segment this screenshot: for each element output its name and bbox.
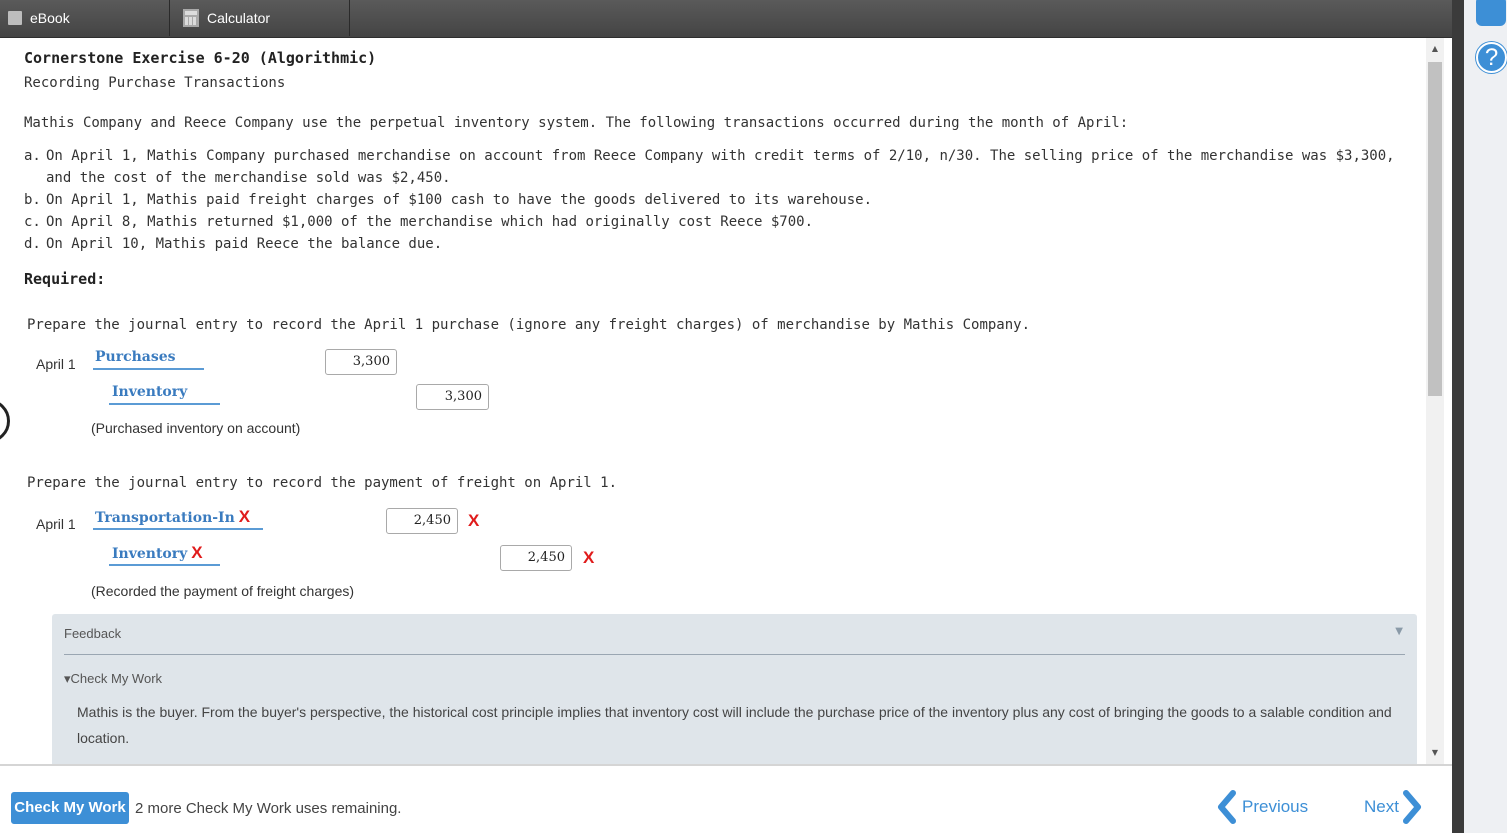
feedback-title: Feedback <box>64 626 122 641</box>
transaction-text: On April 1, Mathis paid freight charges … <box>46 192 873 208</box>
entry1-question: Prepare the journal entry to record the … <box>27 317 1031 333</box>
entry2-memo: (Recorded the payment of freight charges… <box>91 583 355 599</box>
transaction-item: c. On April 8, Mathis returned $1,000 of… <box>24 211 1424 233</box>
exercise-subtitle: Recording Purchase Transactions <box>24 75 286 91</box>
check-my-work-remaining: 2 more Check My Work uses remaining. <box>135 800 402 817</box>
transaction-item: b. On April 1, Mathis paid freight charg… <box>24 189 1424 211</box>
entry2-credit-amount[interactable]: 2,450 <box>500 545 572 571</box>
entry2-debit-account[interactable]: Transportation-In X <box>93 508 263 530</box>
entry1-credit-amount[interactable]: 3,300 <box>416 384 489 410</box>
calculator-tab-label: Calculator <box>207 10 271 26</box>
previous-label: Previous <box>1242 797 1309 816</box>
transaction-text: On April 1, Mathis Company purchased mer… <box>46 148 1395 186</box>
exercise-title: Cornerstone Exercise 6-20 (Algorithmic) <box>24 49 377 67</box>
transaction-text: On April 10, Mathis paid Reece the balan… <box>46 236 443 252</box>
panel-tool-icon[interactable] <box>1476 0 1506 26</box>
entry2-date: April 1 <box>36 516 76 532</box>
entry2-credit-account-label: Inventory <box>112 546 188 562</box>
incorrect-mark-icon: X <box>191 543 203 562</box>
entry1-debit-account-label: Purchases <box>95 349 176 365</box>
transaction-label: d. <box>24 236 41 252</box>
calculator-icon <box>183 9 199 27</box>
scrollbar-thumb[interactable] <box>1428 62 1442 396</box>
next-label: Next <box>1364 797 1399 816</box>
calculator-tab[interactable]: Calculator <box>171 0 350 36</box>
check-my-work-heading: Check My Work <box>70 671 163 686</box>
feedback-divider <box>64 654 1405 655</box>
transaction-label: b. <box>24 192 41 208</box>
book-icon <box>8 11 22 25</box>
entry1-credit-account[interactable]: Inventory <box>109 383 220 405</box>
transaction-label: c. <box>24 214 41 230</box>
panel-divider <box>1452 0 1464 833</box>
help-icon[interactable]: ? <box>1476 42 1507 73</box>
next-button[interactable]: Next <box>1364 790 1423 824</box>
entry1-credit-account-label: Inventory <box>112 384 188 400</box>
entry1-debit-account[interactable]: Purchases <box>93 348 204 370</box>
entry1-date: April 1 <box>36 356 76 372</box>
check-my-work-toggle[interactable]: ▾Check My Work <box>64 671 162 687</box>
transaction-label: a. <box>24 148 41 164</box>
ebook-tab-label: eBook <box>30 10 70 26</box>
required-heading: Required: <box>24 270 106 288</box>
transaction-item: d. On April 10, Mathis paid Reece the ba… <box>24 233 1424 255</box>
transaction-list: a. On April 1, Mathis Company purchased … <box>24 145 1424 255</box>
ebook-tab[interactable]: eBook <box>0 0 170 36</box>
entry1-memo: (Purchased inventory on account) <box>91 420 301 436</box>
entry2-credit-account[interactable]: Inventory X <box>109 544 220 566</box>
incorrect-mark-icon: X <box>468 511 480 530</box>
page-edge-circle <box>0 399 10 443</box>
feedback-panel: Feedback ▼ ▾Check My Work Mathis is the … <box>52 614 1417 764</box>
incorrect-mark-icon: X <box>238 507 251 526</box>
entry2-question: Prepare the journal entry to record the … <box>27 475 618 491</box>
right-tool-panel: ? <box>1464 0 1507 833</box>
previous-button[interactable]: Previous <box>1216 790 1308 824</box>
entry1-debit-amount[interactable]: 3,300 <box>325 349 397 375</box>
collapse-arrow-icon[interactable]: ▼ <box>1395 626 1403 637</box>
incorrect-mark-icon: X <box>583 548 595 567</box>
scroll-up-arrow-icon[interactable]: ▲ <box>1426 40 1444 58</box>
check-my-work-button[interactable]: Check My Work <box>11 792 129 824</box>
entry2-debit-account-label: Transportation-In <box>95 510 235 526</box>
chevron-left-icon <box>1218 790 1236 824</box>
scroll-down-arrow-icon[interactable]: ▼ <box>1426 744 1444 762</box>
top-tab-bar: eBook Calculator <box>0 0 1452 38</box>
assignment-content: Cornerstone Exercise 6-20 (Algorithmic) … <box>0 38 1426 764</box>
transaction-item: a. On April 1, Mathis Company purchased … <box>24 145 1424 189</box>
problem-intro: Mathis Company and Reece Company use the… <box>24 115 1129 131</box>
scrollbar[interactable]: ▲ ▼ <box>1426 38 1444 764</box>
entry2-debit-amount[interactable]: 2,450 <box>386 508 458 534</box>
feedback-text: Mathis is the buyer. From the buyer's pe… <box>77 704 1392 746</box>
bottom-action-bar: Check My Work 2 more Check My Work uses … <box>0 764 1452 833</box>
transaction-text: On April 8, Mathis returned $1,000 of th… <box>46 214 814 230</box>
chevron-right-icon <box>1402 790 1421 824</box>
